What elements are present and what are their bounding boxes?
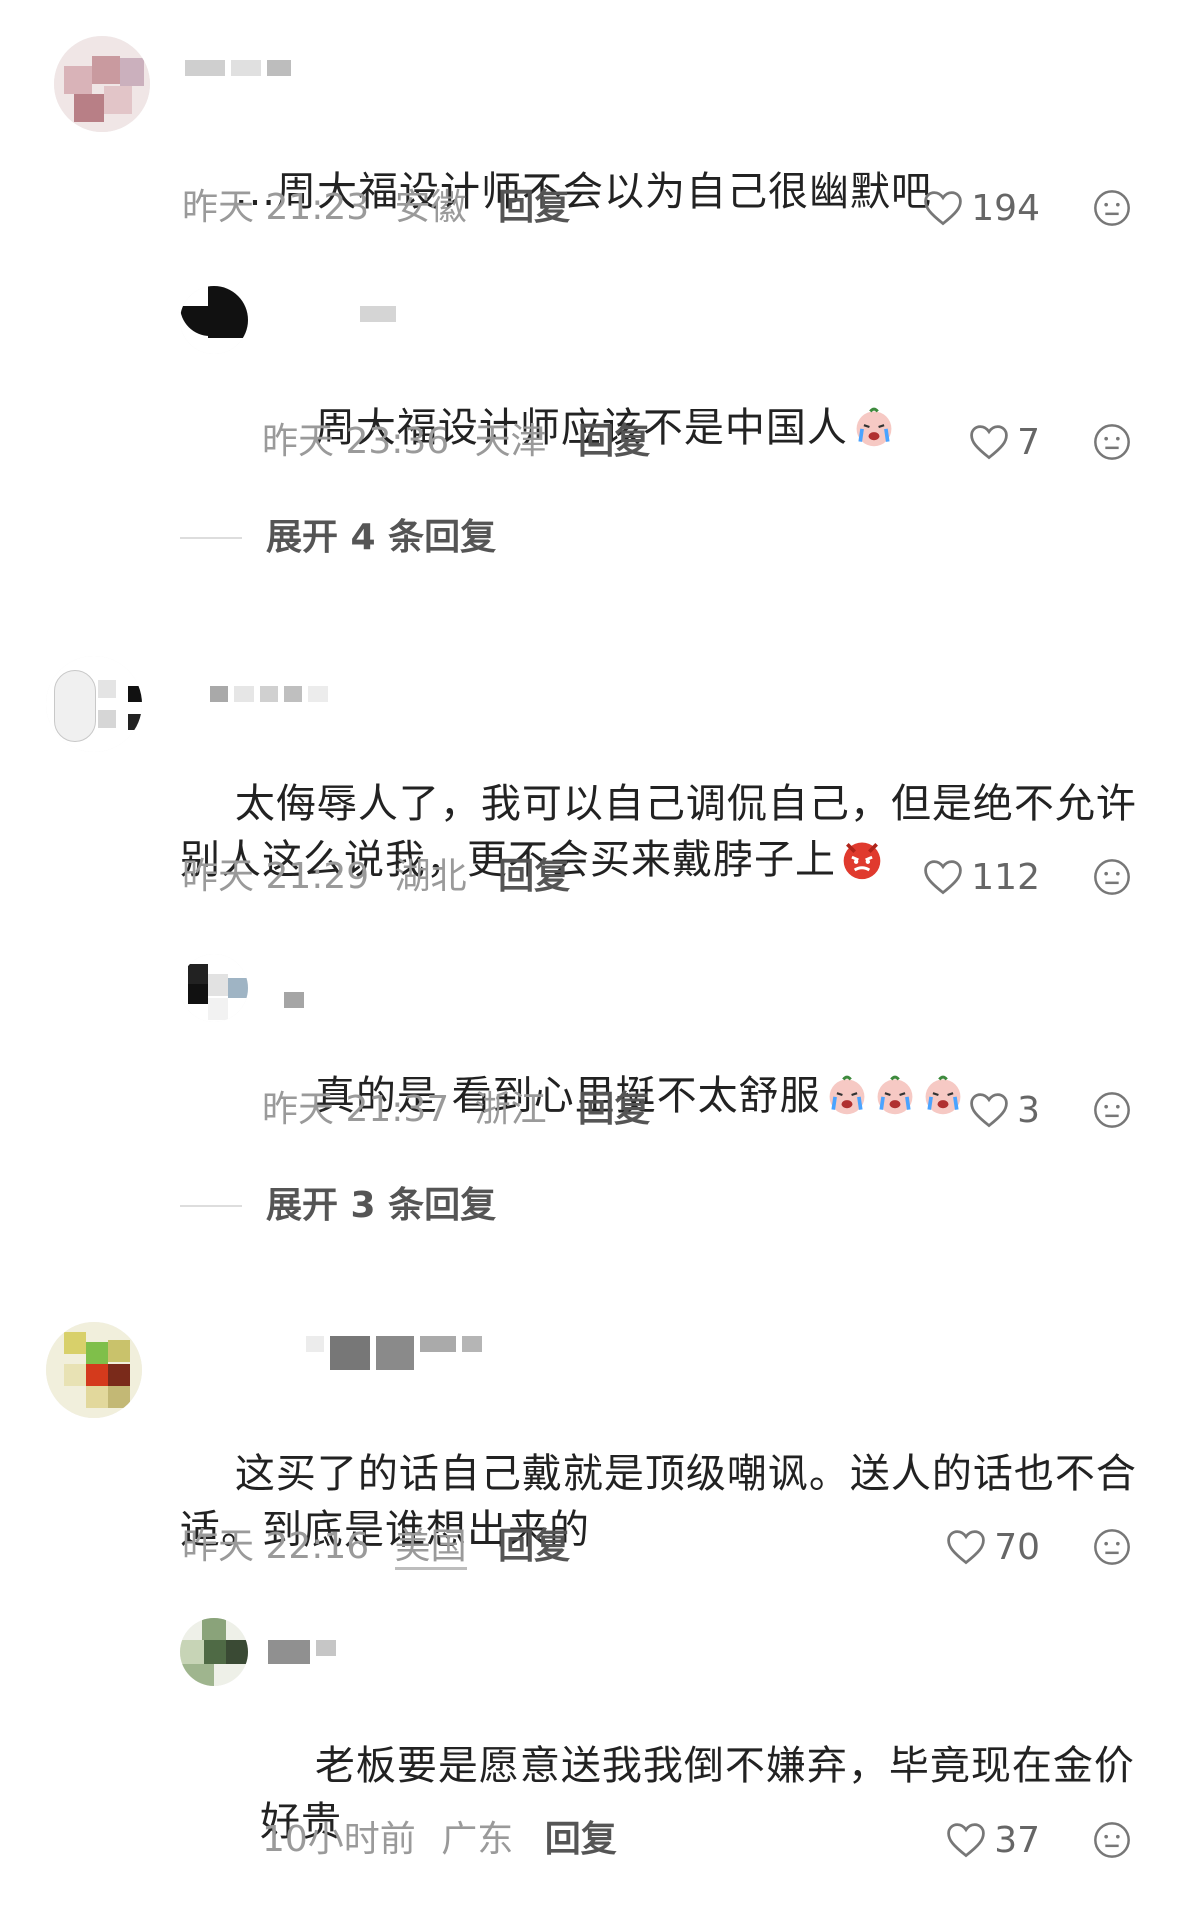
reply-button[interactable]: 回复 [545, 1819, 617, 1860]
crying-face-emoji [829, 1075, 864, 1115]
reply-location: 浙江 [474, 1089, 547, 1130]
like-count: 7 [1017, 421, 1040, 463]
like-button[interactable]: 3 [910, 1088, 1040, 1132]
crying-face-emoji [856, 407, 892, 447]
username-blurred[interactable] [185, 60, 297, 76]
reply-button[interactable]: 回复 [498, 187, 570, 228]
angry-face-emoji [843, 842, 881, 880]
comment-location: 安徽 [394, 187, 467, 228]
neutral-face-icon[interactable] [1092, 188, 1132, 228]
reply-meta: 昨天 21:37 浙江 回复 [262, 1088, 650, 1132]
comment-time: 昨天 21:29 [182, 856, 370, 897]
username-blurred[interactable] [284, 992, 310, 1008]
avatar[interactable] [46, 656, 142, 752]
reply-button[interactable]: 回复 [578, 1089, 650, 1130]
comment-time: 昨天 21:23 [182, 187, 370, 228]
neutral-face-icon[interactable] [1092, 1527, 1132, 1567]
username-blurred[interactable] [360, 306, 402, 322]
like-button[interactable]: 7 [910, 420, 1040, 464]
like-count: 70 [994, 1526, 1040, 1568]
comment-meta: 昨天 21:29 湖北 回复 [182, 855, 570, 899]
reply-text: 老板要是愿意送我我倒不嫌弃，毕竟现在金价 好贵 [260, 1743, 1135, 1845]
reply-button[interactable]: 回复 [498, 856, 570, 897]
username-blurred[interactable] [210, 686, 334, 702]
like-count: 112 [971, 856, 1040, 898]
neutral-face-icon[interactable] [1092, 1820, 1132, 1860]
reply-button[interactable]: 回复 [578, 421, 650, 462]
reply-meta: 10小时前 广东 回复 [262, 1818, 617, 1862]
comment-location: 美国 [394, 1526, 467, 1570]
like-button[interactable]: 37 [910, 1818, 1040, 1862]
comment-time: 昨天 22:16 [182, 1526, 370, 1567]
reply-meta: 昨天 23:36 天津 回复 [262, 420, 650, 464]
reply-time: 昨天 21:37 [262, 1089, 450, 1130]
reply-location: 广东 [441, 1819, 514, 1860]
like-button[interactable]: 194 [910, 186, 1040, 230]
avatar[interactable] [180, 1618, 248, 1686]
reply-time: 10小时前 [262, 1819, 416, 1860]
divider [180, 1205, 242, 1207]
neutral-face-icon[interactable] [1092, 857, 1132, 897]
like-count: 37 [994, 1819, 1040, 1861]
heart-outline-icon [924, 860, 963, 895]
expand-replies-button[interactable]: 展开 3 条回复 [180, 1184, 496, 1228]
divider [180, 537, 242, 539]
avatar[interactable] [54, 36, 150, 132]
heart-outline-icon [970, 1093, 1008, 1128]
username-blurred[interactable] [268, 1640, 342, 1664]
neutral-face-icon[interactable] [1092, 1090, 1132, 1130]
avatar[interactable] [46, 1322, 142, 1418]
heart-outline-icon [947, 1823, 985, 1858]
comment-location: 湖北 [394, 856, 467, 897]
reply-location: 天津 [474, 421, 547, 462]
comment-meta: 昨天 21:23 安徽 回复 [182, 186, 570, 230]
reply-button[interactable]: 回复 [498, 1526, 570, 1567]
expand-replies-button[interactable]: 展开 4 条回复 [180, 516, 496, 560]
heart-outline-icon [924, 191, 963, 226]
neutral-face-icon[interactable] [1092, 422, 1132, 462]
username-blurred[interactable] [306, 1336, 488, 1370]
comment-text: 这买了的话自己戴就是顶级嘲讽。送人的话也不合 适。到底是谁想出来的 [180, 1451, 1137, 1553]
comment-thread: ...周大福设计师不会以为自己很幽默吧 昨天 21:23 安徽 回复 194 周… [0, 0, 1200, 1878]
comment-meta: 昨天 22:16 美国 回复 [182, 1525, 570, 1570]
avatar[interactable] [180, 954, 248, 1022]
comment-text: 太侮辱人了，我可以自己调侃自己，但是绝不允许 别人这么说我，更不会买来戴脖子上 [180, 781, 1137, 883]
like-count: 3 [1017, 1089, 1040, 1131]
like-button[interactable]: 112 [910, 855, 1040, 899]
avatar[interactable] [180, 286, 248, 354]
like-count: 194 [971, 187, 1040, 229]
heart-outline-icon [970, 425, 1008, 460]
heart-outline-icon [947, 1530, 985, 1565]
reply-time: 昨天 23:36 [262, 421, 450, 462]
like-button[interactable]: 70 [910, 1525, 1040, 1569]
